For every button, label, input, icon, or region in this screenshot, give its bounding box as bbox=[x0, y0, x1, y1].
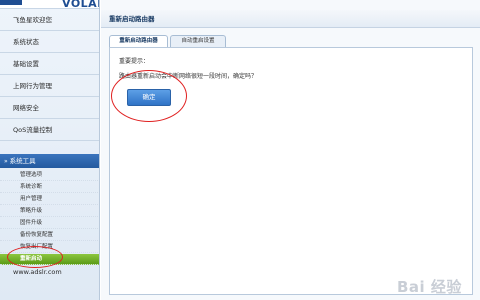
sidebar-subitem-users[interactable]: 用户管理 bbox=[0, 194, 99, 205]
logo-bar: VOLANS bbox=[0, 0, 99, 10]
sidebar-subitem-diagnose[interactable]: 系统诊断 bbox=[0, 182, 99, 193]
annotation-circle-confirm bbox=[111, 70, 187, 122]
sidebar-subitem-admin[interactable]: 管理选项 bbox=[0, 170, 99, 181]
sidebar-item-basic[interactable]: 基础设置 bbox=[0, 53, 99, 75]
sidebar-subitem-policy[interactable]: 策略升级 bbox=[0, 206, 99, 217]
sidebar-section-label: 系统工具 bbox=[9, 157, 36, 165]
sidebar-subitem-backup[interactable]: 备份恢复配置 bbox=[0, 230, 99, 241]
sidebar-subitem-firmware[interactable]: 固件升级 bbox=[0, 218, 99, 229]
sidebar-section-system-tools[interactable]: » 系统工具 bbox=[0, 154, 99, 168]
page-title: 重新启动路由器 bbox=[101, 10, 480, 28]
logo-mark bbox=[0, 0, 22, 5]
sidebar-item-status[interactable]: 系统状态 bbox=[0, 31, 99, 53]
main-panel: 重新启动路由器 重新启动路由器 自动重启设置 重要提示： 路由器重新启动会中断网… bbox=[101, 0, 480, 300]
sidebar-item-welcome[interactable]: 飞鱼星欢迎您 bbox=[0, 9, 99, 31]
sidebar-item-qos[interactable]: QoS流量控制 bbox=[0, 119, 99, 141]
annotation-circle-reboot bbox=[7, 246, 63, 268]
warning-title: 重要提示： bbox=[119, 58, 150, 65]
watermark: Bai 经验 bbox=[397, 278, 462, 296]
sidebar-item-security[interactable]: 网络安全 bbox=[0, 97, 99, 119]
tab-auto-reboot[interactable]: 自动重启设置 bbox=[170, 35, 226, 47]
tab-reboot-router[interactable]: 重新启动路由器 bbox=[109, 35, 168, 47]
double-chevron-down-icon: » bbox=[4, 158, 8, 165]
site-link[interactable]: www.adslr.com bbox=[13, 268, 62, 276]
sidebar-item-behavior[interactable]: 上网行为管理 bbox=[0, 75, 99, 97]
